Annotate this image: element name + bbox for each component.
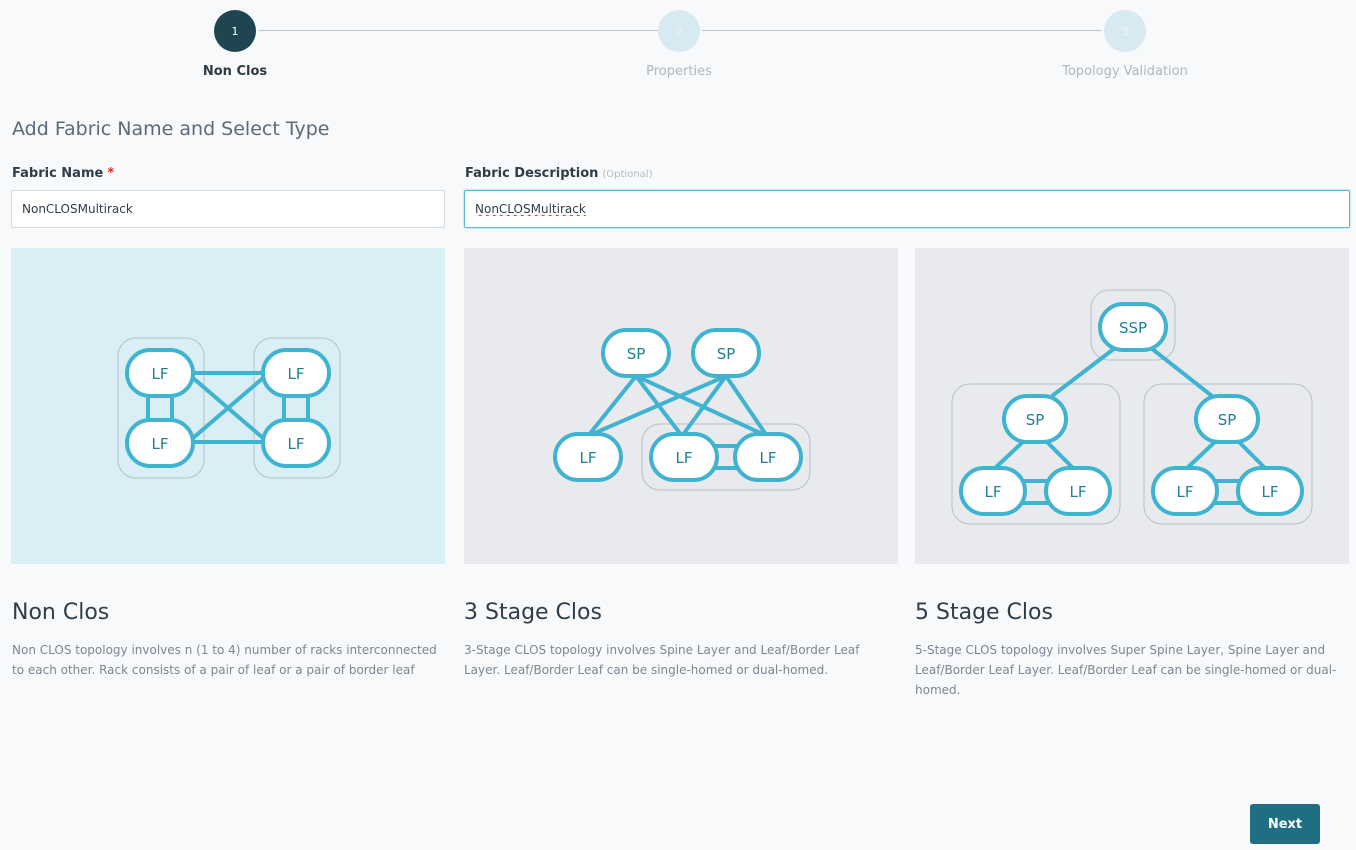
fabric-description-label: Fabric Description (Optional) [465,166,652,181]
fabric-description-input[interactable] [464,190,1350,228]
step-3-label: Topology Validation [1062,64,1188,79]
fabric-name-label: Fabric Name * [12,166,114,181]
three-stage-clos-description: 3-Stage CLOS topology involves Spine Lay… [464,643,860,677]
leaf-node-label: LF [1070,483,1087,501]
five-stage-clos-description: 5-Stage CLOS topology involves Super Spi… [915,643,1337,697]
step-1-label: Non Clos [202,64,268,79]
leaf-node-label: LF [1177,483,1194,501]
leaf-node-label: LF [288,365,305,383]
section-title: Add Fabric Name and Select Type [12,118,330,140]
fabric-description-label-text: Fabric Description [465,166,599,181]
non-clos-description: Non CLOS topology involves n (1 to 4) nu… [12,643,437,677]
non-clos-title: Non Clos [12,600,110,625]
five-stage-clos-title: 5 Stage Clos [915,600,1053,625]
leaf-node-label: LF [288,435,305,453]
step-1-indicator[interactable]: 1 [214,10,256,52]
spine-node-label: SP [627,345,646,363]
leaf-node-label: LF [1262,483,1279,501]
optional-hint: (Optional) [602,169,653,180]
five-stage-clos-card[interactable]: SSP SP SP LF LF LF LF [915,248,1349,564]
step-2-indicator[interactable]: 2 [658,10,700,52]
five-stage-clos-diagram: SSP SP SP LF LF LF LF [951,289,1313,525]
three-stage-clos-diagram: SP SP LF LF LF [553,328,811,491]
leaf-node-label: LF [676,449,693,467]
fabric-name-input[interactable] [11,190,445,228]
leaf-node-label: LF [152,435,169,453]
stepper-connector [702,30,1102,31]
leaf-node-label: LF [985,483,1002,501]
spine-node-label: SP [1026,411,1045,429]
required-marker: * [107,166,115,181]
three-stage-clos-card[interactable]: SP SP LF LF LF [464,248,898,564]
non-clos-card[interactable]: LF LF LF LF [11,248,445,564]
step-3-indicator[interactable]: 3 [1104,10,1146,52]
leaf-node-label: LF [152,365,169,383]
wizard-stepper: 1 Non Clos 2 Properties 3 Topology Valid… [0,0,1356,100]
three-stage-clos-title: 3 Stage Clos [464,600,602,625]
leaf-node-label: LF [580,449,597,467]
next-button[interactable]: Next [1250,804,1320,844]
non-clos-diagram: LF LF LF LF [117,337,341,479]
leaf-node-label: LF [760,449,777,467]
stepper-connector [258,30,658,31]
step-2-label: Properties [646,64,712,79]
super-spine-node-label: SSP [1119,319,1147,337]
spine-node-label: SP [717,345,736,363]
fabric-name-label-text: Fabric Name [12,166,104,181]
spine-node-label: SP [1218,411,1237,429]
